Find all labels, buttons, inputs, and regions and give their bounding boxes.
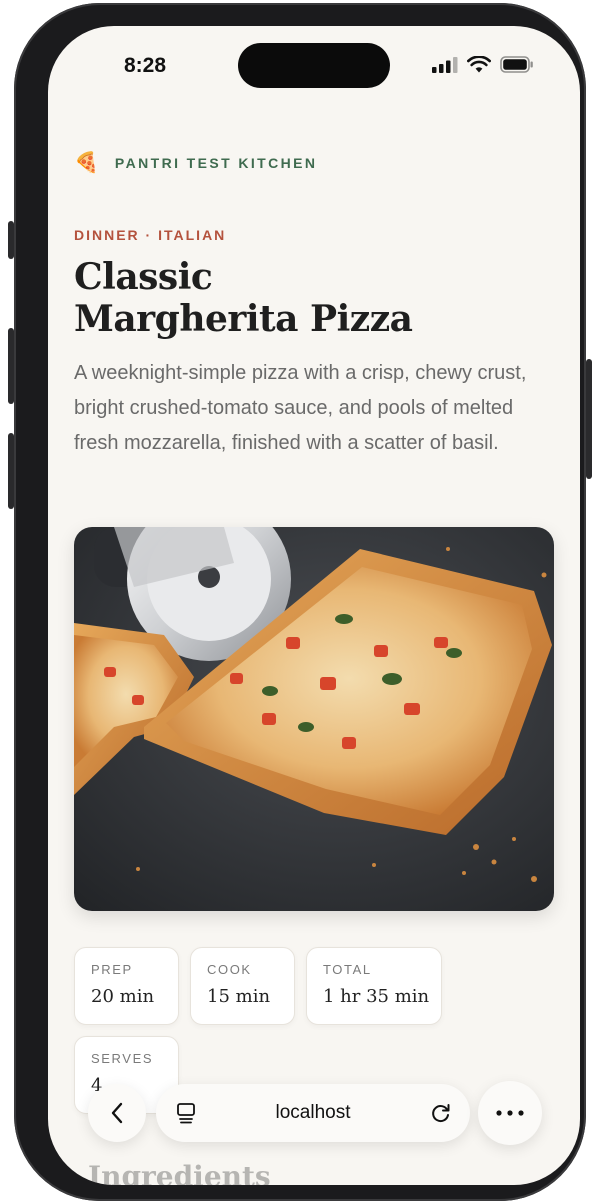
more-icon <box>496 1110 524 1116</box>
stat-card-prep: PREP 20 min <box>74 947 179 1025</box>
recipe-title-line2: Margherita Pizza <box>74 298 413 340</box>
pizza-photo <box>74 527 554 911</box>
status-time: 8:28 <box>124 54 167 77</box>
recipe-title: Classic Margherita Pizza <box>74 256 534 340</box>
dynamic-island <box>238 43 390 88</box>
recipe-category: DINNER · ITALIAN <box>74 227 227 243</box>
stat-value: 20 min <box>91 986 155 1007</box>
power-button <box>586 359 592 479</box>
screen: 8:28 🍕 PANTRI TEST KITCHEN DINNER · ITAL… <box>48 26 580 1185</box>
address-bar[interactable]: localhost <box>156 1084 470 1142</box>
url-text[interactable]: localhost <box>156 1102 470 1124</box>
action-button <box>8 221 14 259</box>
phone-frame: 8:28 🍕 PANTRI TEST KITCHEN DINNER · ITAL… <box>8 3 592 1201</box>
stat-label: COOK <box>207 962 252 977</box>
stat-value: 15 min <box>207 986 271 1007</box>
back-button[interactable] <box>88 1084 146 1142</box>
volume-up-button <box>8 328 14 404</box>
stat-value: 1 hr 35 min <box>323 986 430 1007</box>
section-heading-ingredients: Ingredients <box>88 1160 271 1185</box>
brand-name: PANTRI TEST KITCHEN <box>114 155 318 171</box>
chevron-left-icon <box>111 1102 123 1124</box>
cellular-signal-icon <box>432 56 458 73</box>
stat-card-total: TOTAL 1 hr 35 min <box>306 947 442 1025</box>
reload-icon[interactable] <box>430 1102 452 1124</box>
stat-label: SERVES <box>91 1051 154 1066</box>
stat-label: TOTAL <box>323 962 372 977</box>
recipe-hero-image <box>74 527 554 911</box>
recipe-description: A weeknight-simple pizza with a crisp, c… <box>74 362 527 454</box>
volume-down-button <box>8 433 14 509</box>
pizza-icon: 🍕 <box>74 152 99 174</box>
wifi-icon <box>467 56 491 73</box>
brand[interactable]: 🍕 PANTRI TEST KITCHEN <box>74 153 317 173</box>
recipe-title-line1: Classic <box>74 256 213 298</box>
stat-label: PREP <box>91 962 133 977</box>
status-icons <box>432 56 534 73</box>
stat-card-cook: COOK 15 min <box>190 947 295 1025</box>
battery-icon <box>500 56 533 73</box>
more-button[interactable] <box>478 1081 542 1145</box>
